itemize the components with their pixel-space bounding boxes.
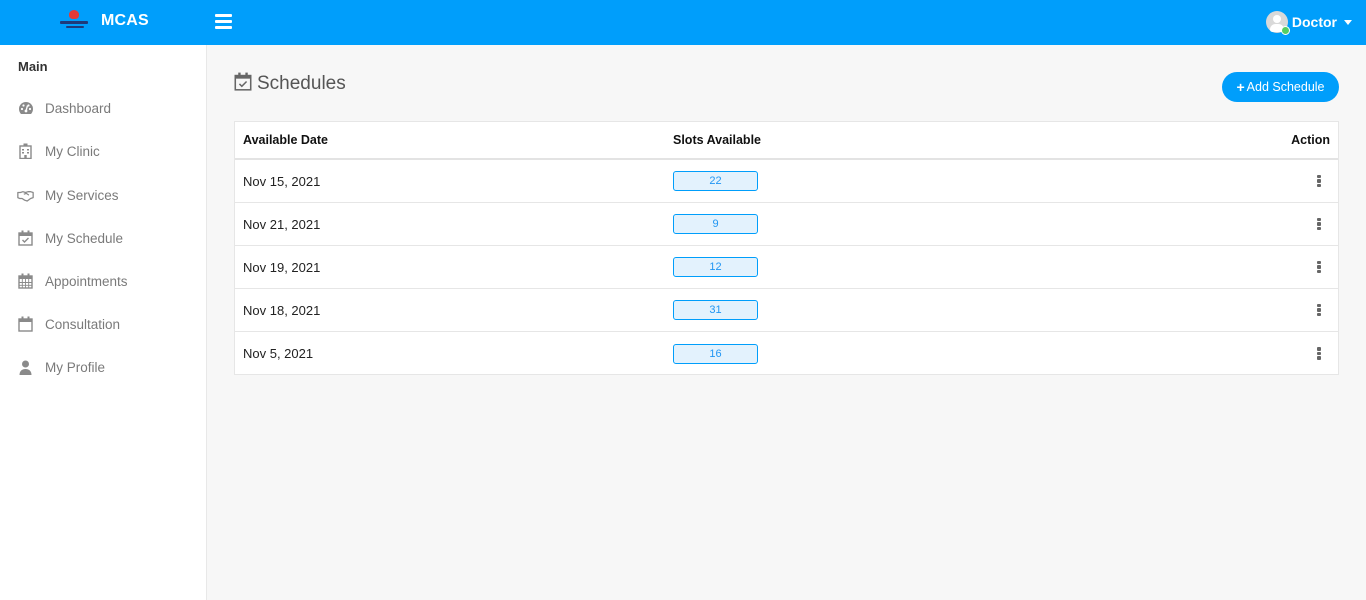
sidebar-item-dashboard[interactable]: Dashboard [0,91,207,125]
handshake-icon [17,187,34,204]
sidebar-item-my-profile[interactable]: My Profile [0,350,207,384]
online-status-icon [1280,26,1290,35]
more-actions-icon[interactable] [1311,214,1327,234]
brand-name[interactable]: MCAS [101,12,149,30]
more-actions-icon[interactable] [1311,344,1327,364]
table-row: Nov 21, 2021 9 [235,203,1338,246]
sidebar-item-appointments[interactable]: Appointments [0,264,207,298]
plus-icon: + [1236,79,1245,95]
logo-image [58,8,90,36]
sidebar-item-label: My Services [45,187,119,203]
table-row: Nov 19, 2021 12 [235,246,1338,289]
logo-link[interactable] [58,8,90,36]
avatar [1265,11,1290,35]
sidebar-item-label: Appointments [45,273,128,289]
sidebar-item-my-schedule[interactable]: My Schedule [0,221,207,255]
caret-down-icon [1344,19,1352,25]
sidebar-item-label: Dashboard [45,100,112,116]
available-date-cell: Nov 5, 2021 [243,346,314,361]
available-date-cell: Nov 18, 2021 [243,302,321,318]
table-row: Nov 15, 2021 22 [235,160,1338,203]
calendar-icon [17,316,34,333]
table-header: Available Date Slots Available Action [235,122,1338,160]
user-menu-dropdown[interactable]: Doctor [1265,11,1352,35]
schedules-table: Available Date Slots Available Action No… [234,121,1339,375]
sidebar-item-label: My Schedule [45,230,124,246]
user-icon [17,359,34,376]
dashboard-icon [17,100,34,117]
add-schedule-label: Add Schedule [1246,80,1325,94]
table-row: Nov 5, 2021 16 [235,332,1338,375]
more-actions-icon[interactable] [1311,300,1327,320]
more-actions-icon[interactable] [1311,257,1327,277]
sidebar-item-label: Consultation [45,316,121,332]
page-title: Schedules [234,72,346,96]
table-row: Nov 18, 2021 31 [235,289,1338,332]
column-header-action: Action [1291,133,1330,147]
slots-badge: 31 [673,300,758,320]
available-date-cell: Nov 19, 2021 [243,259,321,275]
more-actions-icon[interactable] [1311,171,1327,191]
hospital-icon [17,143,34,160]
sidebar-item-my-services[interactable]: My Services [0,178,207,212]
user-name: Doctor [1291,14,1337,30]
add-schedule-button[interactable]: + Add Schedule [1222,72,1339,102]
sidebar-item-label: My Profile [45,359,106,375]
slots-badge: 9 [673,214,758,234]
slots-badge: 22 [673,171,758,191]
top-navbar: MCAS Doctor [0,0,1366,45]
hamburger-menu-icon[interactable] [215,14,232,29]
available-date-cell: Nov 21, 2021 [243,216,321,232]
sidebar-item-label: My Clinic [45,143,100,159]
sidebar-item-my-clinic[interactable]: My Clinic [0,134,207,168]
calendar-grid-icon [17,273,34,290]
slots-badge: 12 [673,257,758,277]
sidebar-section-title: Main [18,59,48,74]
calendar-check-icon [17,230,34,247]
column-header-slots-available: Slots Available [673,133,761,147]
calendar-check-icon [234,72,252,96]
sidebar-item-consultation[interactable]: Consultation [0,307,207,341]
column-header-available-date: Available Date [243,133,328,147]
slots-badge: 16 [673,343,758,364]
sidebar: Main Dashboard My Clinic My Services My … [0,45,207,600]
available-date-cell: Nov 15, 2021 [243,173,321,189]
page-title-text: Schedules [257,73,346,94]
